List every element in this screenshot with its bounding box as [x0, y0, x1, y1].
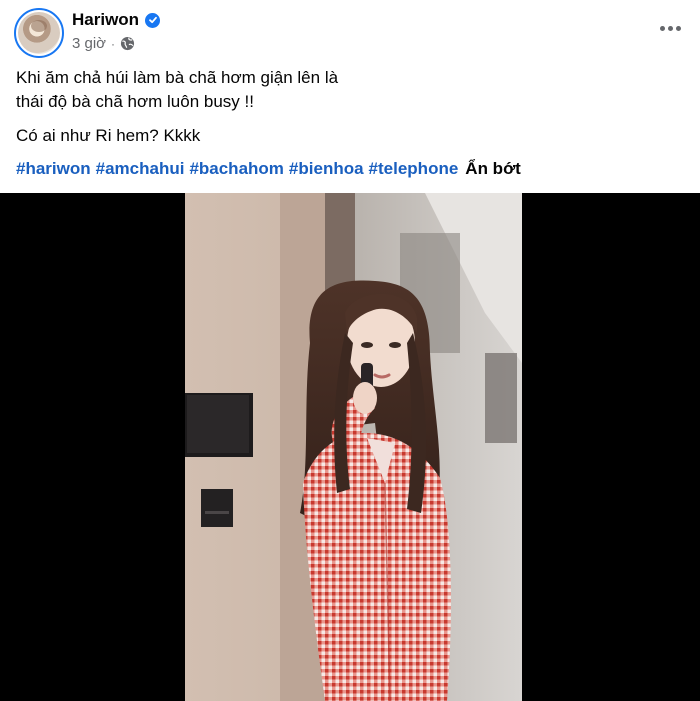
post-time[interactable]: 3 giờ [72, 35, 106, 52]
avatar-image [18, 12, 60, 54]
post-text: Khi ăm chả húi làm bà chã hơm giận lên l… [16, 66, 676, 181]
see-less-button[interactable]: Ẩn bớt [465, 157, 521, 181]
post-meta: 3 giờ · [72, 35, 135, 52]
hashtag-link[interactable]: #hariwon [16, 157, 91, 181]
post-text-line-2: thái độ bà chã hơm luôn busy !! [16, 92, 254, 111]
video-frame[interactable] [185, 193, 522, 701]
author-avatar[interactable] [14, 8, 64, 58]
post-video[interactable] [0, 193, 700, 701]
author-name-row: Hariwon [72, 10, 161, 30]
hashtag-row: #hariwon #amchahui #bachahom #bienhoa #t… [16, 157, 676, 181]
more-dot [659, 25, 665, 31]
author-name[interactable]: Hariwon [72, 10, 139, 30]
meta-separator: · [111, 36, 116, 51]
verified-badge-icon [145, 12, 161, 28]
hashtag-link[interactable]: #bachahom [189, 157, 283, 181]
hashtag-link[interactable]: #bienhoa [289, 157, 364, 181]
post-text-line-1: Khi ăm chả húi làm bà chã hơm giận lên l… [16, 68, 339, 87]
post-text-line-3: Có ai như Ri hem? Kkkk [16, 126, 201, 145]
video-still-image [185, 193, 522, 701]
post-header: Hariwon 3 giờ · [0, 0, 700, 60]
globe-icon[interactable] [120, 36, 135, 51]
more-dot [675, 25, 681, 31]
more-dot [667, 25, 673, 31]
more-options-icon[interactable] [658, 16, 682, 40]
hashtag-link[interactable]: #amchahui [96, 157, 185, 181]
hashtag-link[interactable]: #telephone [369, 157, 459, 181]
